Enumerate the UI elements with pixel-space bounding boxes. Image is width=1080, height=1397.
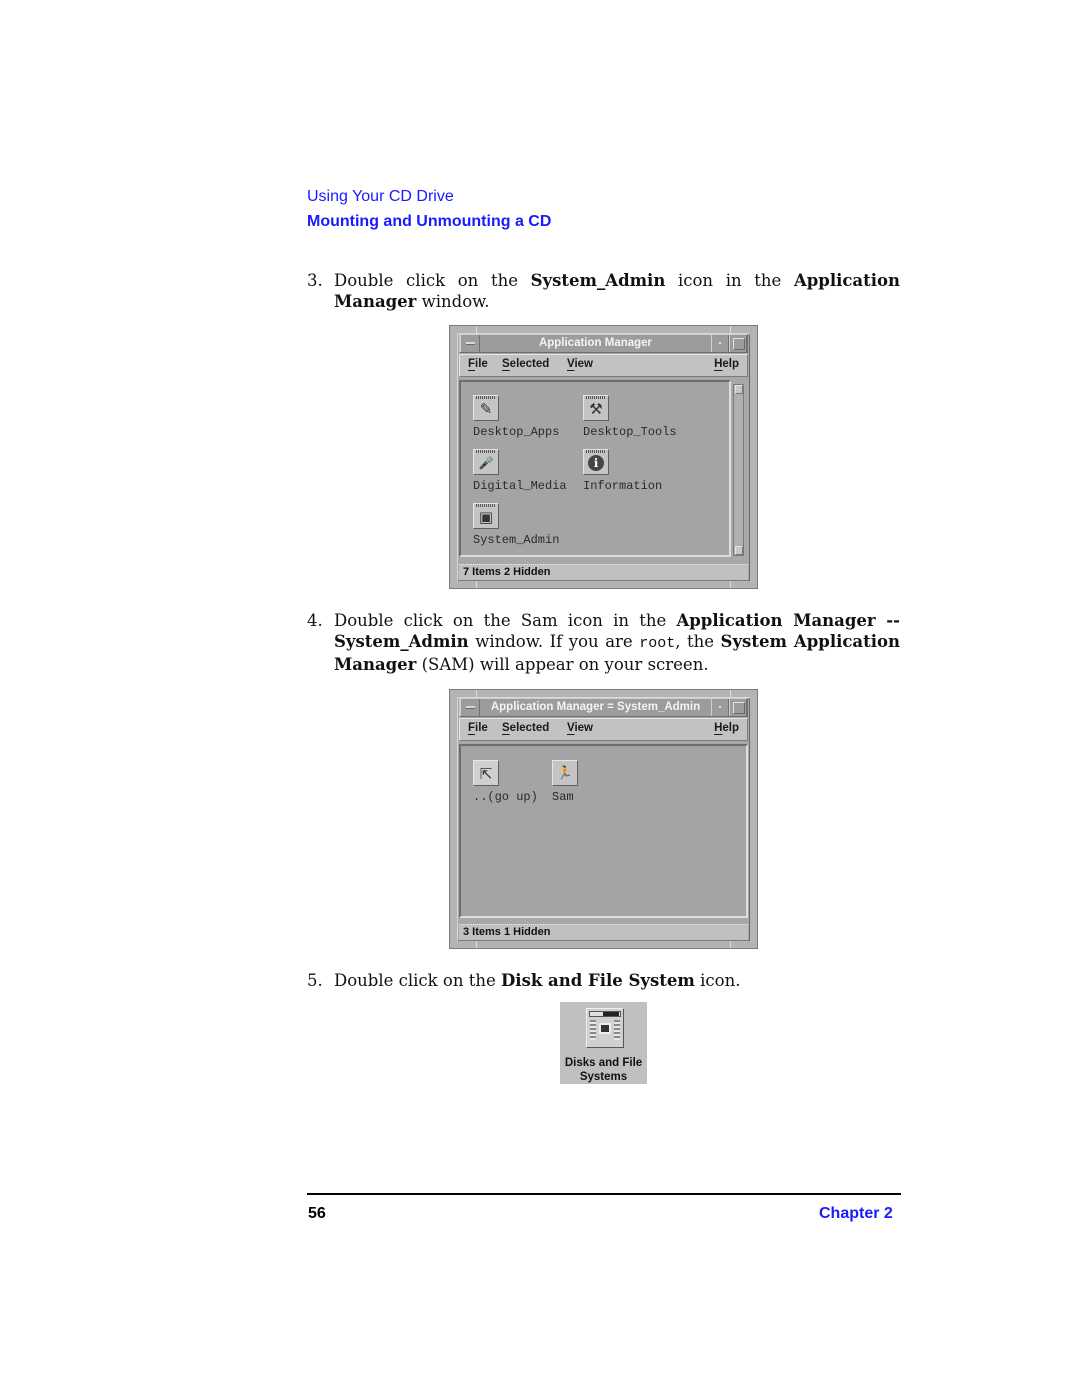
menu-bar: File Selected View Help bbox=[459, 718, 748, 741]
scroll-down-arrow-icon[interactable] bbox=[735, 546, 743, 555]
icon-label: ..(go up) bbox=[473, 790, 538, 804]
desktop-apps-icon: ✎ bbox=[473, 395, 499, 421]
maximize-button[interactable] bbox=[729, 699, 747, 716]
minimize-button[interactable] bbox=[711, 699, 729, 716]
icon-system-admin[interactable]: ▣ System_Admin bbox=[473, 503, 559, 547]
bold-term: Disk and File System bbox=[501, 971, 695, 990]
window-title: Application Manager = System_Admin bbox=[490, 701, 701, 713]
step-text: Double click on the Sam icon in the Appl… bbox=[334, 610, 900, 675]
text: Double click on the bbox=[334, 271, 531, 290]
text: window. bbox=[416, 292, 490, 311]
icon-label: Sam bbox=[552, 790, 574, 804]
menu-view[interactable]: View bbox=[567, 722, 593, 734]
sam-badge bbox=[589, 1011, 621, 1017]
footer-rule bbox=[307, 1193, 901, 1195]
menu-file[interactable]: File bbox=[468, 722, 488, 734]
chapter-label: Chapter 2 bbox=[819, 1205, 893, 1222]
menu-file[interactable]: File bbox=[468, 358, 488, 370]
step-text: Double click on the Disk and File System… bbox=[334, 970, 900, 991]
text: , the bbox=[675, 632, 721, 651]
disks-and-file-systems-tile[interactable]: Disks and File Systems bbox=[560, 1002, 647, 1084]
bold-term: System_Admin bbox=[530, 271, 666, 290]
icon-pane: ✎ Desktop_Apps ⚒ Desktop_Tools 🎤 Digital… bbox=[459, 380, 731, 557]
sam-runner-icon: 🏃 bbox=[552, 760, 578, 786]
desktop-tools-icon: ⚒ bbox=[583, 395, 609, 421]
window-menu-button[interactable] bbox=[460, 699, 480, 716]
text: icon. bbox=[694, 971, 741, 990]
page-number: 56 bbox=[308, 1205, 326, 1222]
text: icon in the bbox=[665, 271, 794, 290]
text: window. If you are bbox=[468, 632, 640, 651]
title-bar[interactable]: Application Manager = System_Admin bbox=[459, 698, 748, 717]
step-4: 4. Double click on the Sam icon in the A… bbox=[307, 610, 900, 675]
scroll-up-arrow-icon[interactable] bbox=[735, 385, 743, 394]
text: Double click on the bbox=[334, 971, 501, 990]
icon-information[interactable]: ℹ Information bbox=[583, 449, 662, 493]
maximize-button[interactable] bbox=[729, 335, 747, 352]
step-5: 5. Double click on the Disk and File Sys… bbox=[307, 970, 900, 991]
system-admin-icon: ▣ bbox=[473, 503, 499, 529]
digital-media-icon: 🎤 bbox=[473, 449, 499, 475]
step-3: 3. Double click on the System_Admin icon… bbox=[307, 270, 900, 312]
menu-selected[interactable]: Selected bbox=[502, 358, 549, 370]
running-head: Using Your CD Drive bbox=[307, 188, 454, 205]
status-bar: 3 Items 1 Hidden bbox=[459, 924, 748, 941]
icon-digital-media[interactable]: 🎤 Digital_Media bbox=[473, 449, 567, 493]
app-manager-window: Application Manager File Selected View H… bbox=[449, 325, 758, 589]
icon-pane: ⇱ ..(go up) 🏃 Sam bbox=[459, 744, 748, 918]
window-title: Application Manager bbox=[538, 337, 653, 349]
menu-selected[interactable]: Selected bbox=[502, 722, 549, 734]
icon-go-up[interactable]: ⇱ ..(go up) bbox=[473, 760, 538, 804]
icon-desktop-apps[interactable]: ✎ Desktop_Apps bbox=[473, 395, 559, 439]
menu-help[interactable]: Help bbox=[714, 722, 739, 734]
section-title: Mounting and Unmounting a CD bbox=[307, 213, 552, 230]
icon-sam[interactable]: 🏃 Sam bbox=[552, 760, 578, 804]
step-text: Double click on the System_Admin icon in… bbox=[334, 270, 900, 312]
icon-label: Digital_Media bbox=[473, 479, 567, 493]
status-bar: 7 Items 2 Hidden bbox=[459, 564, 748, 581]
step-number: 4. bbox=[307, 611, 323, 630]
menu-help[interactable]: Help bbox=[714, 358, 739, 370]
app-manager-system-admin-window: Application Manager = System_Admin File … bbox=[449, 689, 758, 949]
menu-bar: File Selected View Help bbox=[459, 354, 748, 377]
icon-label: Desktop_Apps bbox=[473, 425, 560, 439]
icon-label: Desktop_Tools bbox=[583, 425, 677, 439]
window-menu-button[interactable] bbox=[460, 335, 480, 352]
menu-view[interactable]: View bbox=[567, 358, 593, 370]
go-up-folder-icon: ⇱ bbox=[473, 760, 499, 786]
disks-file-systems-icon bbox=[586, 1008, 624, 1048]
vertical-scrollbar[interactable] bbox=[733, 384, 744, 556]
minimize-button[interactable] bbox=[711, 335, 729, 352]
tile-label: Disks and File Systems bbox=[564, 1057, 643, 1083]
monitor-icon bbox=[599, 1023, 611, 1034]
text: Double click on the Sam icon in the bbox=[334, 611, 677, 630]
title-bar[interactable]: Application Manager bbox=[459, 334, 748, 353]
icon-desktop-tools[interactable]: ⚒ Desktop_Tools bbox=[583, 395, 677, 439]
information-icon: ℹ bbox=[583, 449, 609, 475]
icon-label: Information bbox=[583, 479, 663, 493]
icon-label: System_Admin bbox=[473, 533, 560, 547]
text: (SAM) will appear on your screen. bbox=[416, 655, 709, 674]
step-number: 3. bbox=[307, 271, 323, 290]
step-number: 5. bbox=[307, 971, 323, 990]
code-term: root bbox=[639, 635, 676, 652]
